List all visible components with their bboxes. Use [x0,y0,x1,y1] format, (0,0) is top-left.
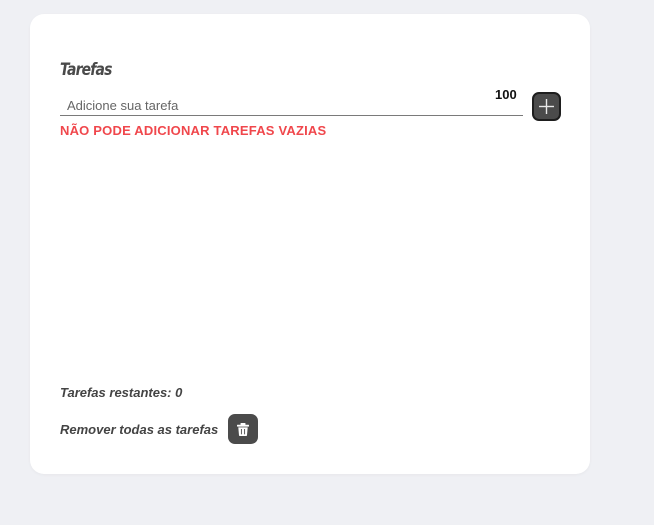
remaining-tasks-count: Tarefas restantes: 0 [60,385,183,400]
remove-all-button[interactable] [228,414,259,444]
task-input[interactable] [60,96,523,116]
plus-icon [539,99,554,114]
remove-all-label: Remover todas as tarefas [60,421,219,437]
trash-icon [237,422,250,436]
task-card: Tarefas 100 NÃO PODE ADICIONAR TAREFAS V… [30,14,590,474]
error-message: NÃO PODE ADICIONAR TAREFAS VAZIAS [60,123,327,138]
add-task-button[interactable] [532,92,561,121]
remove-all-row: Remover todas as tarefas [60,414,259,444]
page-title: Tarefas [60,60,112,80]
